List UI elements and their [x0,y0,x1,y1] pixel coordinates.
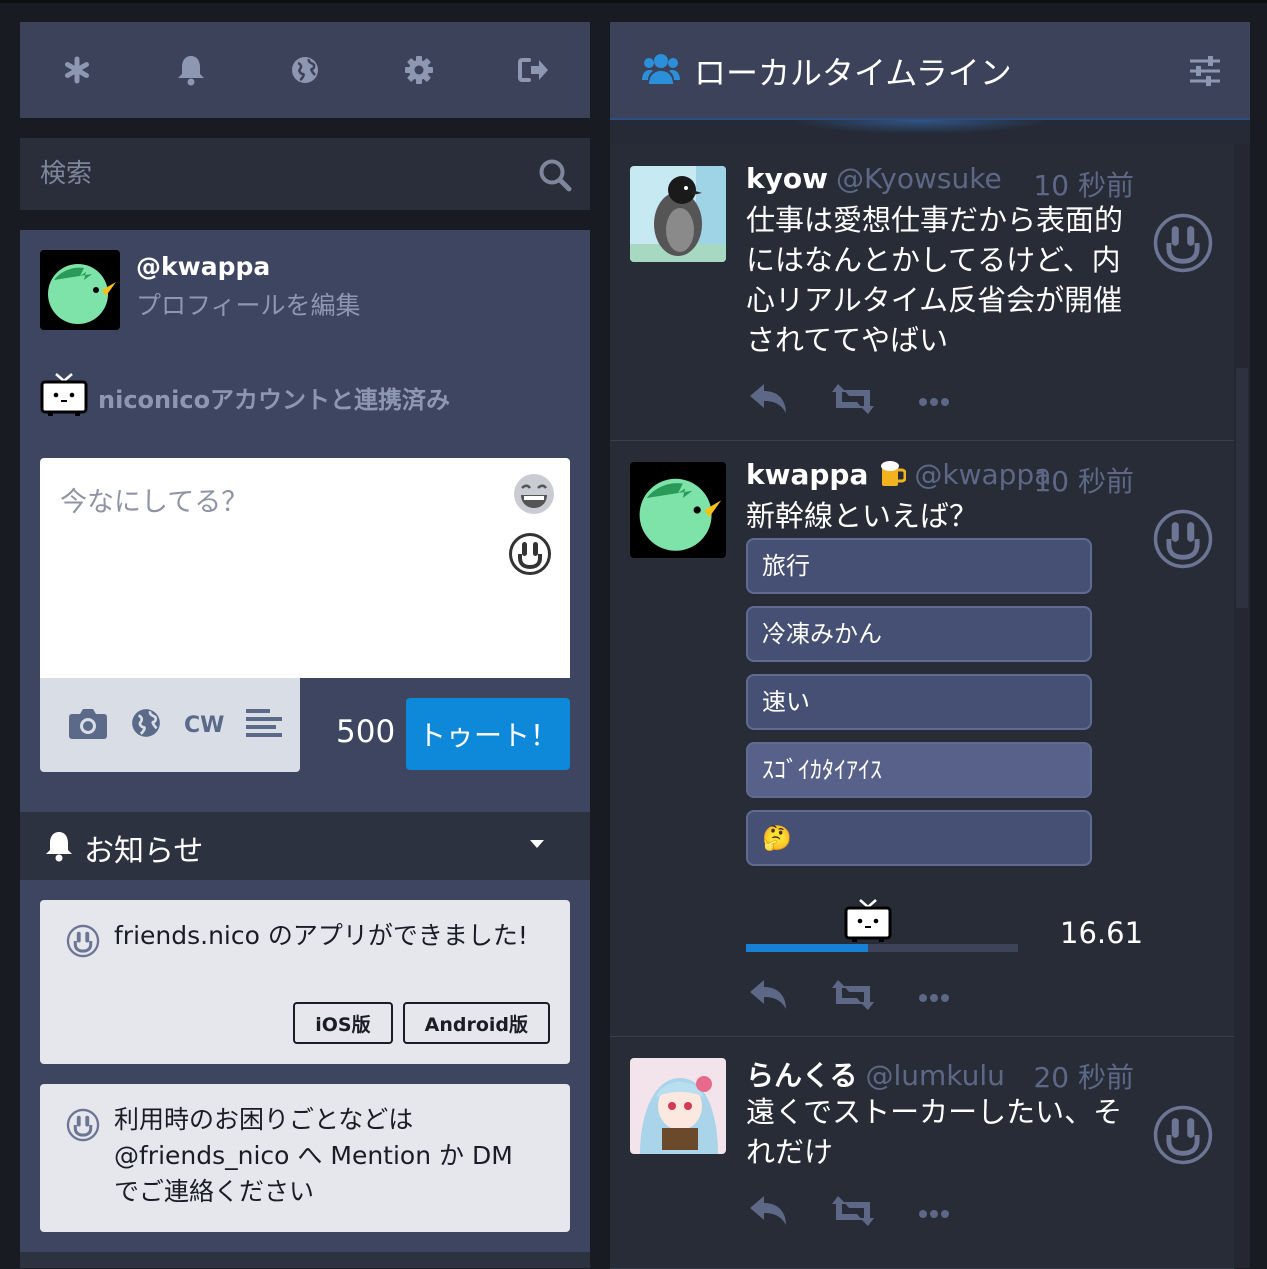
status-actions [750,1196,950,1230]
niconico-status-text: niconicoアカウントと連携済み [98,385,451,414]
search-box [20,138,590,210]
status-item[interactable]: kyow @Kyowsuke 10 秒前 仕事は愛想仕事だから表面的にはなんとかし… [610,144,1234,441]
announcements-list: friends.nico のアプリができました! iOS版 Android版 利… [20,880,590,1268]
bell-icon [44,830,74,866]
ios-app-button[interactable]: iOS版 [293,1002,393,1044]
announcements-footer [20,1252,590,1268]
timeline-scrollbar[interactable] [1234,144,1250,1268]
content-warning-toggle[interactable]: CW [184,713,224,738]
drawer-nav [20,22,590,118]
avatar[interactable] [630,462,726,558]
my-handle[interactable]: @kwappa [136,252,270,281]
display-name-text[interactable]: kwappa [746,458,868,491]
poll-progress-fill [746,944,869,952]
beer-emoji-icon [880,458,907,495]
announcement-card: friends.nico のアプリができました! iOS版 Android版 [40,900,570,1064]
bell-icon[interactable] [171,50,211,90]
niconico-link-status: niconicoアカウントと連携済み [40,370,450,424]
globe-icon[interactable] [285,50,325,90]
poll-face-icon[interactable] [1152,508,1214,574]
reply-icon[interactable] [750,384,788,418]
avatar[interactable] [630,1058,726,1154]
reply-icon[interactable] [750,1196,788,1230]
announcement-text: friends.nico のアプリができました! [114,921,528,950]
compose-toolbar: CW [40,678,300,772]
status-content: 新幹線といえば？ [746,499,979,533]
status-content: 遠くでストーカーしたい、それだけ [746,1095,1123,1169]
display-name[interactable]: らんくる @lumkulu [746,1054,1005,1094]
poll-option[interactable]: 🤔 [746,810,1092,866]
status-content: 仕事は愛想仕事だから表面的にはなんとかしてるけど、内心リアルタイム反省会が開催さ… [746,203,1124,357]
timeline-header[interactable]: ローカルタイムライン [610,22,1250,118]
poll-result-value: 16.61 [1060,916,1144,950]
timeline-title: ローカルタイムライン [694,54,1012,92]
sliders-icon[interactable] [1190,56,1220,90]
boost-icon[interactable] [832,1196,874,1230]
poll-face-icon [66,1108,100,1146]
account-handle[interactable]: @Kyowsuke [836,162,1002,195]
avatar[interactable] [630,166,726,262]
visibility-globe-icon[interactable] [130,707,162,743]
account-handle[interactable]: @lumkulu [865,1059,1004,1092]
poll-option[interactable]: 冷凍みかん [746,606,1092,662]
poll-face-icon [66,924,100,962]
announcement-card: 利用時のお困りごとなどは @friends_nico へ Mention か D… [40,1084,570,1232]
compose-textarea[interactable]: 今なにしてる？ [40,458,570,678]
compose-placeholder: 今なにしてる？ [60,487,249,518]
account-handle[interactable]: @kwappa [914,458,1051,491]
announcements-header[interactable]: お知らせ [20,812,590,880]
poll-option[interactable]: ｽｺﾞｲｶﾀｲｱｲｽ [746,742,1092,798]
status-actions [750,384,950,418]
display-name[interactable]: kyow @Kyowsuke [746,162,1002,195]
display-name-text[interactable]: らんくる [746,1059,857,1092]
status-item[interactable]: らんくる @lumkulu 20 秒前 遠くでストーカーしたい、それだけ [610,1036,1234,1269]
android-app-button[interactable]: Android版 [402,1002,550,1044]
header-shadow [610,118,1250,146]
logout-icon[interactable] [513,50,553,90]
scrollbar-thumb[interactable] [1236,368,1248,608]
announcements-title: お知らせ [84,834,204,869]
status-actions [750,980,950,1014]
poll-option[interactable]: 速い [746,674,1092,730]
users-icon [642,52,680,90]
poll-face-icon[interactable] [1152,1104,1214,1170]
display-name-text[interactable]: kyow [746,162,828,195]
boost-icon[interactable] [832,980,874,1014]
camera-icon[interactable] [68,706,108,744]
timestamp[interactable]: 10 秒前 [1033,460,1134,500]
timeline-column: kyow @Kyowsuke 10 秒前 仕事は愛想仕事だから表面的にはなんとかし… [610,144,1234,1269]
boost-icon[interactable] [832,384,874,418]
search-input[interactable] [20,138,510,210]
display-name[interactable]: kwappa @kwappa [746,458,1051,495]
niconico-tv-icon [844,896,892,948]
poll-face-icon[interactable] [1152,212,1214,278]
toot-button[interactable]: トゥート！ [406,698,570,770]
more-icon[interactable] [918,988,950,1007]
niconico-tv-icon [40,370,88,424]
poll-icon[interactable] [508,532,552,580]
emoji-picker-icon[interactable] [512,472,556,520]
more-icon[interactable] [918,1204,950,1223]
text-align-icon[interactable] [246,709,283,741]
character-counter: 500 [336,714,396,750]
timestamp[interactable]: 10 秒前 [1033,164,1134,204]
announcement-text: 利用時のお困りごとなどは @friends_nico へ Mention か D… [114,1105,513,1206]
poll-option[interactable]: 旅行 [746,538,1092,594]
timestamp[interactable]: 20 秒前 [1033,1056,1134,1096]
reply-icon[interactable] [750,980,788,1014]
window-top-edge [0,0,1267,3]
search-icon[interactable] [538,158,572,196]
status-item[interactable]: kwappa @kwappa 10 秒前 新幹線といえば？ 旅行 冷凍みかん 速い… [610,440,1234,1037]
edit-profile-link[interactable]: プロフィールを編集 [136,286,361,322]
chevron-down-icon[interactable] [530,840,544,848]
my-avatar[interactable] [40,250,120,330]
asterisk-icon[interactable] [57,50,97,90]
poll-progress-bar [746,944,1018,952]
more-icon[interactable] [918,392,950,411]
gear-icon[interactable] [399,50,439,90]
compose-panel: @kwappa プロフィールを編集 niconicoアカウントと連携済み 今なに… [20,230,590,812]
